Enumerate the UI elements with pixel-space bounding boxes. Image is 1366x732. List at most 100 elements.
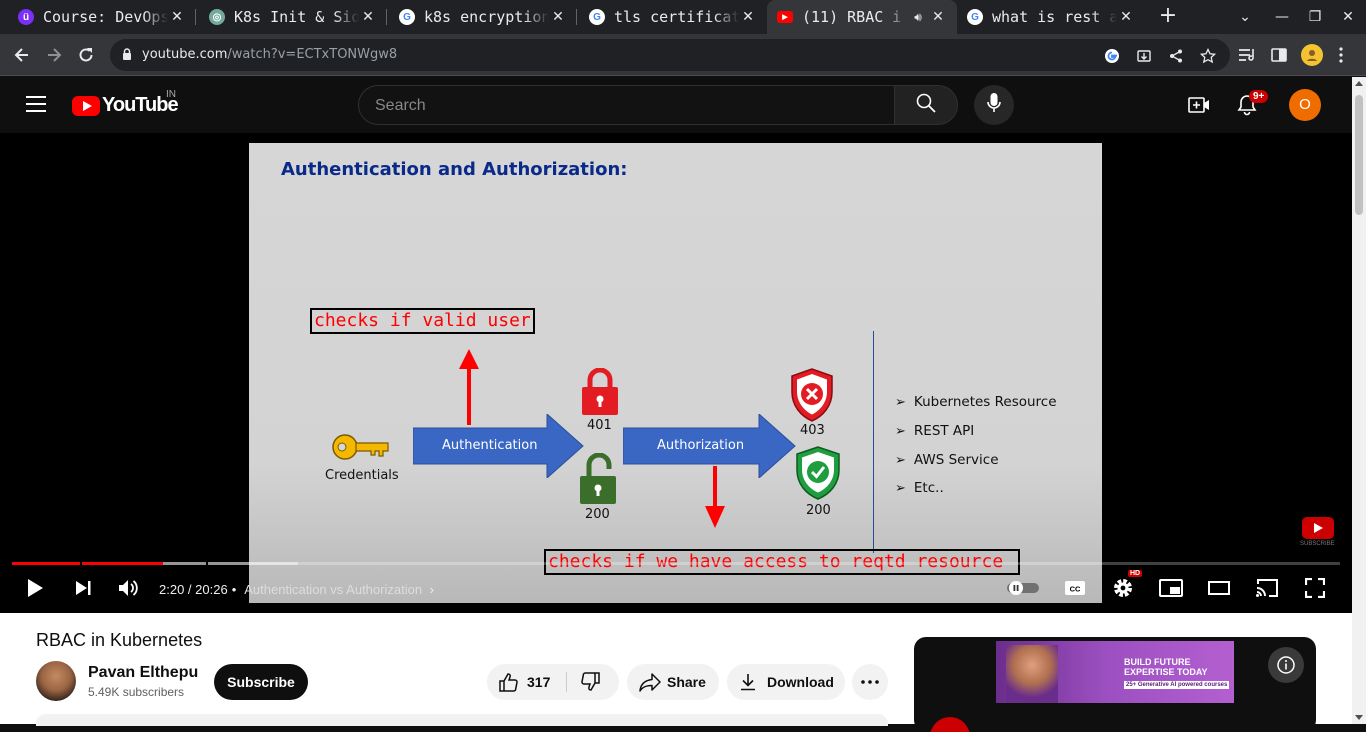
share-icon[interactable]: [1167, 47, 1185, 65]
advertiser-logo[interactable]: [930, 717, 970, 732]
captions-button[interactable]: CC: [1062, 576, 1088, 600]
svg-text:CC: CC: [1070, 585, 1081, 594]
google-favicon-icon: G: [967, 9, 983, 25]
course-favicon-icon: ü: [18, 9, 34, 25]
google-lens-icon[interactable]: [1103, 47, 1121, 65]
progress-bar-played: [12, 562, 163, 565]
chapter-marker: [80, 562, 82, 565]
google-favicon-icon: G: [589, 9, 605, 25]
fullscreen-button[interactable]: [1302, 576, 1328, 600]
gear-icon: [1114, 579, 1132, 597]
new-tab-icon[interactable]: +: [1156, 4, 1180, 28]
install-app-icon[interactable]: [1135, 47, 1153, 65]
minimize-icon[interactable]: —: [1270, 6, 1294, 28]
subscribe-button[interactable]: Subscribe: [214, 664, 308, 700]
youtube-logo[interactable]: YouTube IN: [72, 89, 179, 117]
settings-button[interactable]: HD: [1110, 570, 1143, 600]
ad-info-button[interactable]: [1268, 647, 1304, 683]
green-unlock-icon: [580, 453, 616, 504]
authorization-label: Authorization: [657, 438, 745, 453]
like-count[interactable]: 317: [527, 674, 550, 690]
tab-search-chevron-icon[interactable]: ⌄: [1233, 6, 1257, 28]
duration: 20:26: [195, 582, 228, 597]
miniplayer-icon: [1159, 579, 1183, 597]
back-arrow-icon[interactable]: [9, 42, 35, 68]
thumbs-up-icon[interactable]: [499, 672, 519, 692]
autoplay-toggle[interactable]: [1006, 576, 1040, 600]
thumbs-down-icon[interactable]: [580, 672, 600, 692]
profile-avatar-icon[interactable]: [1301, 44, 1323, 66]
close-tab-icon[interactable]: ✕: [739, 9, 757, 25]
browser-tab-active[interactable]: ▶ (11) RBAC i 🔊︎ ✕: [767, 0, 957, 34]
search-icon: [916, 93, 936, 118]
microphone-icon: [987, 92, 1001, 118]
bookmark-star-icon[interactable]: [1199, 47, 1217, 65]
current-time: 2:20: [159, 582, 185, 597]
speaker-icon[interactable]: 🔊︎: [907, 10, 929, 25]
play-button[interactable]: [22, 576, 48, 600]
restore-icon[interactable]: ❐: [1303, 6, 1327, 28]
code-200-right: 200: [806, 503, 831, 518]
video-player[interactable]: Authentication and Authorization: checks…: [0, 133, 1352, 613]
red-down-arrow-icon: [705, 466, 725, 528]
theater-mode-button[interactable]: [1206, 576, 1232, 600]
more-actions-button[interactable]: [852, 664, 888, 700]
description-box[interactable]: [36, 714, 888, 726]
miniplayer-button[interactable]: [1158, 576, 1184, 600]
close-tab-icon[interactable]: ✕: [168, 9, 186, 25]
channel-name[interactable]: Pavan Elthepu: [88, 664, 198, 682]
voice-search-button[interactable]: [974, 85, 1014, 125]
forward-arrow-icon[interactable]: [41, 42, 67, 68]
country-code: IN: [166, 89, 176, 100]
ad-banner-image[interactable]: BUILD FUTURE EXPERTISE TODAY 25+ Generat…: [996, 641, 1234, 703]
divider-line: [873, 331, 874, 553]
browser-toolbar: youtube.com/watch?v=ECTxTONWgw8: [0, 34, 1366, 76]
browser-tab[interactable]: G what is rest a ✕: [957, 0, 1145, 34]
search-input[interactable]: Search: [358, 85, 895, 125]
scrollbar-thumb[interactable]: [1355, 95, 1363, 215]
close-window-icon[interactable]: ✕: [1336, 6, 1360, 28]
browser-tab[interactable]: ü Course: DevOps ✕: [8, 0, 196, 34]
volume-button[interactable]: [116, 576, 142, 600]
tab-title: what is rest a: [992, 8, 1117, 26]
browser-tab-strip: ü Course: DevOps ✕ ◎ K8s Init & Sid ✕ G …: [0, 0, 1366, 34]
close-tab-icon[interactable]: ✕: [549, 9, 567, 25]
cast-button[interactable]: [1254, 576, 1280, 600]
google-favicon-icon: G: [399, 9, 415, 25]
resource-item: Kubernetes Resource: [895, 394, 1057, 410]
page-scrollbar[interactable]: [1352, 77, 1366, 724]
reload-icon[interactable]: [73, 42, 99, 68]
lock-icon[interactable]: [122, 48, 132, 66]
close-tab-icon[interactable]: ✕: [359, 9, 377, 25]
annotation-valid-user: checks if valid user: [310, 308, 535, 334]
address-bar[interactable]: youtube.com/watch?v=ECTxTONWgw8: [110, 39, 1230, 71]
slide-title: Authentication and Authorization:: [281, 159, 628, 180]
next-button[interactable]: [70, 576, 96, 600]
create-video-icon[interactable]: [1187, 93, 1211, 117]
like-divider: [566, 672, 567, 692]
chevron-right-icon[interactable]: ›: [430, 582, 434, 597]
youtube-play-logo-icon: [72, 95, 100, 116]
share-button[interactable]: Share: [627, 664, 719, 700]
sponsored-ad[interactable]: BUILD FUTURE EXPERTISE TODAY 25+ Generat…: [914, 637, 1316, 732]
scroll-up-icon[interactable]: [1355, 81, 1363, 86]
browser-tab[interactable]: G k8s encryption ✕: [389, 0, 577, 34]
browser-tab[interactable]: G tls certificat ✕: [579, 0, 767, 34]
channel-avatar[interactable]: [36, 661, 76, 701]
close-tab-icon[interactable]: ✕: [929, 9, 947, 25]
side-panel-icon[interactable]: [1269, 45, 1289, 65]
subscriber-count: 5.49K subscribers: [88, 685, 185, 699]
close-tab-icon[interactable]: ✕: [1117, 9, 1135, 25]
download-button[interactable]: Download: [727, 664, 845, 700]
download-icon: [739, 673, 757, 691]
search-button[interactable]: [894, 85, 958, 125]
chapter-title[interactable]: Authentication vs Authorization: [244, 582, 422, 597]
scroll-down-icon[interactable]: [1355, 715, 1363, 720]
hamburger-menu-icon[interactable]: [26, 96, 46, 112]
chrome-menu-icon[interactable]: [1335, 45, 1347, 65]
account-avatar[interactable]: O: [1289, 89, 1321, 121]
autoplay-pause-icon: [1007, 581, 1039, 595]
browser-tab[interactable]: ◎ K8s Init & Sid ✕: [199, 0, 387, 34]
reading-list-icon[interactable]: [1237, 45, 1257, 65]
channel-watermark-icon[interactable]: [1302, 517, 1334, 539]
